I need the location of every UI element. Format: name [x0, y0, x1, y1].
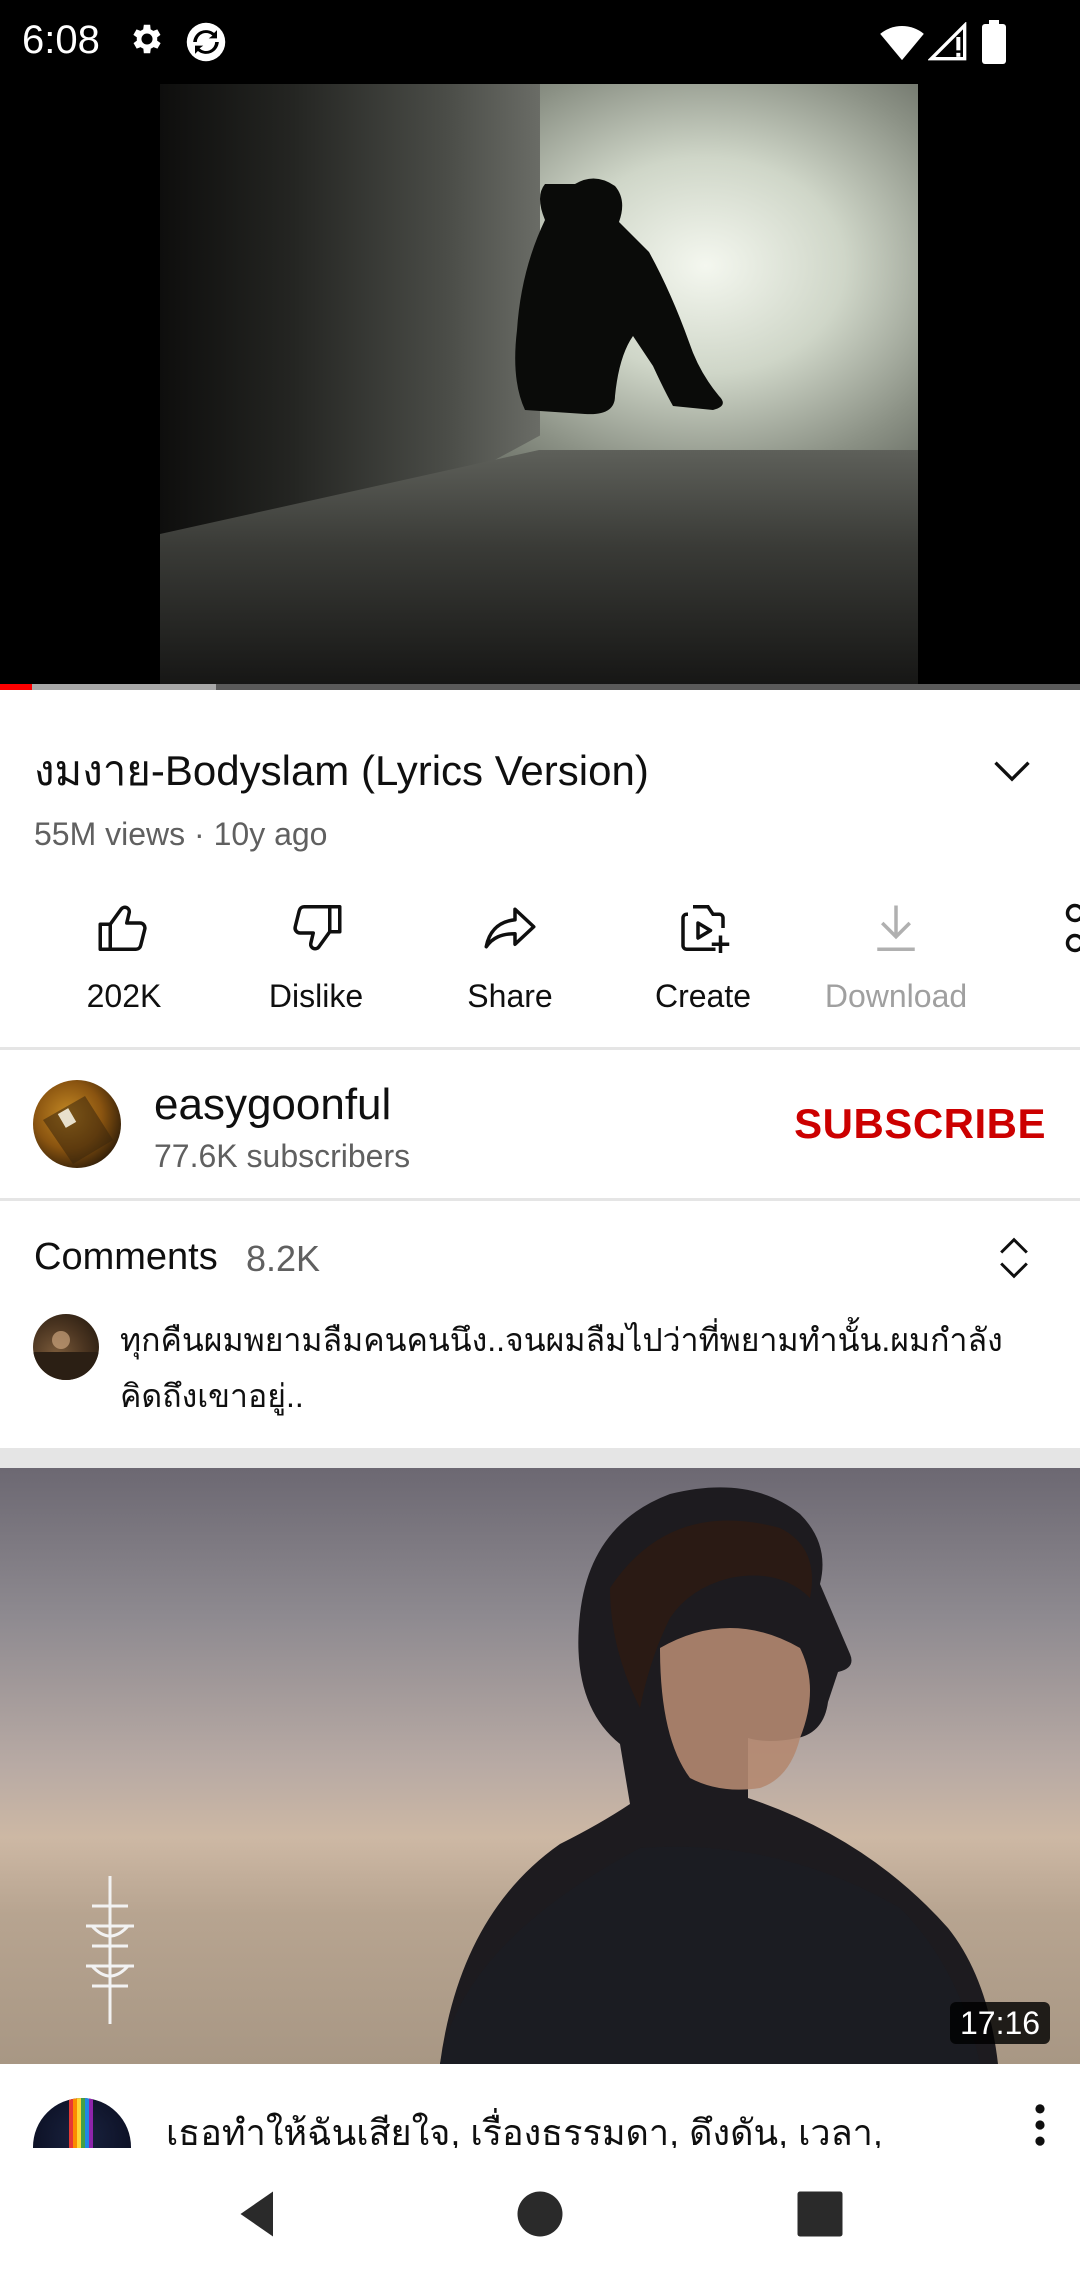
- progress-played: [0, 684, 33, 690]
- sync-icon: [186, 22, 226, 62]
- create-label: Create: [654, 978, 752, 1014]
- divider: [0, 1198, 1080, 1201]
- share-icon: [484, 907, 536, 949]
- next-channel-avatar[interactable]: [33, 2098, 131, 2148]
- like-button[interactable]: 202K: [34, 890, 214, 1030]
- commenter-photo: [33, 1331, 99, 1380]
- settings-icon: [133, 24, 161, 54]
- channel-logo-mark: [86, 1876, 134, 2024]
- video-frame: [160, 84, 918, 690]
- download-button[interactable]: Download: [806, 890, 986, 1030]
- share-button[interactable]: Share: [420, 890, 600, 1030]
- channel-avatar[interactable]: [33, 1080, 121, 1168]
- dislike-label: Dislike: [268, 978, 364, 1014]
- comments-title[interactable]: Comments: [34, 1236, 218, 1279]
- subscriber-count: 77.6K subscribers: [154, 1138, 411, 1174]
- dislike-button[interactable]: Dislike: [226, 890, 406, 1030]
- create-icon: [681, 905, 730, 953]
- video-meta: 55M views · 10y ago: [34, 816, 328, 852]
- sitting-figure-silhouette: [515, 178, 723, 415]
- more-vert-icon[interactable]: [1030, 2102, 1050, 2148]
- status-bar: 6:08: [0, 0, 1080, 84]
- chevron-down-icon[interactable]: [990, 748, 1034, 792]
- battery-icon: [982, 20, 1006, 64]
- action-bar: 202K Dislike Share Create Download C: [0, 890, 1080, 1030]
- next-video-title[interactable]: เธอทำให้ฉันเสียใจ, เรื่องธรรมดา, ดึงดัน,…: [166, 2104, 1006, 2148]
- expand-icon[interactable]: [994, 1236, 1034, 1280]
- divider: [0, 1047, 1080, 1050]
- clip-label: C: [1000, 978, 1080, 1015]
- thumb-up-icon: [98, 905, 147, 951]
- wifi-icon: [880, 26, 924, 61]
- clip-icon: [1065, 903, 1080, 953]
- rainbow-avatar-graphic: [69, 2098, 93, 2148]
- progress-bar[interactable]: [0, 684, 1080, 690]
- recents-icon[interactable]: [790, 2184, 850, 2244]
- download-icon: [877, 905, 915, 951]
- next-video-thumbnail[interactable]: [0, 1468, 1080, 2064]
- video-player[interactable]: [0, 84, 1080, 690]
- navigation-bar: [0, 2148, 1080, 2280]
- like-count: 202K: [86, 978, 162, 1014]
- create-button[interactable]: Create: [613, 890, 793, 1030]
- section-separator: [0, 1448, 1080, 1468]
- top-comment[interactable]: ทุกคืนผมพยามลืมคนคนนึง..จนผมลืมไปว่าที่พ…: [120, 1312, 1020, 1424]
- next-video-row[interactable]: เธอทำให้ฉันเสียใจ, เรื่องธรรมดา, ดึงดัน,…: [0, 2064, 1080, 2148]
- channel-name[interactable]: easygoonful: [154, 1080, 391, 1130]
- download-label: Download: [824, 978, 968, 1014]
- clip-button[interactable]: C: [1000, 890, 1080, 1030]
- share-label: Share: [467, 978, 553, 1014]
- thumb-down-icon: [293, 905, 342, 951]
- commenter-avatar[interactable]: [33, 1314, 99, 1380]
- subscribe-button[interactable]: SUBSCRIBE: [794, 1100, 1046, 1148]
- progress-buffered: [0, 684, 216, 690]
- playing-card-graphic: [43, 1096, 113, 1164]
- home-icon[interactable]: [510, 2184, 570, 2244]
- signal-icon: [928, 22, 967, 61]
- comments-count: 8.2K: [246, 1238, 321, 1279]
- back-icon[interactable]: [228, 2184, 288, 2244]
- video-duration: 17:16: [950, 2002, 1051, 2044]
- status-time: 6:08: [22, 18, 100, 62]
- video-title[interactable]: งมงาย-Bodyslam (Lyrics Version): [34, 738, 954, 804]
- singer-profile-silhouette: [440, 1487, 998, 2064]
